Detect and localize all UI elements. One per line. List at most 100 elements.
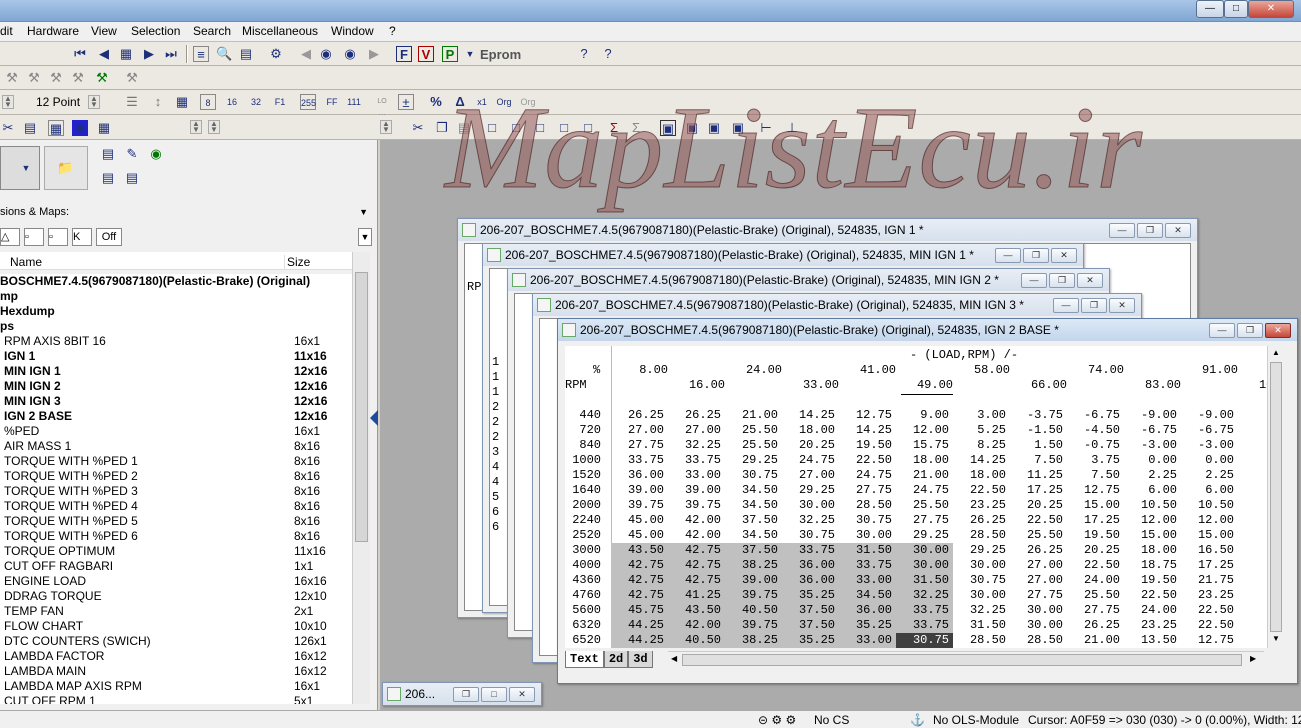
map-list-item[interactable]: CUT OFF RAGBARI 1x1 [0,559,352,574]
map-cell[interactable]: 7.50 [1010,453,1067,468]
16bit-icon[interactable]: 16 [224,94,240,110]
map-cell[interactable]: 34.50 [725,528,782,543]
map-cell[interactable]: 42.75 [611,573,668,588]
map-cell[interactable]: 33.75 [611,453,668,468]
map-cell[interactable]: 6.00 [1124,483,1181,498]
map-cell[interactable]: 26.25 [668,408,725,423]
find-icon[interactable]: 🔍 [216,46,232,62]
map-cell[interactable]: 40.50 [725,603,782,618]
map-cell[interactable]: 30.00 [782,498,839,513]
map-cell[interactable]: 22.50 [1181,618,1238,633]
spin-1[interactable]: ▲ ▼ [190,120,202,134]
tab-text[interactable]: Text [565,651,604,668]
map-cell[interactable]: 42.75 [668,558,725,573]
import-icon[interactable]: ▤ [100,146,116,162]
new-map-icon[interactable]: □ [484,120,500,136]
copy-icon[interactable]: ❐ [434,120,450,136]
scissors-icon[interactable]: ✂ [410,120,426,136]
map-cell[interactable]: 42.75 [668,573,725,588]
map-cell[interactable]: 29.25 [896,528,953,543]
map-cell[interactable]: 27.00 [668,423,725,438]
map-cell[interactable]: 26.25 [611,408,668,423]
map-cell[interactable]: 27.00 [1010,573,1067,588]
map-cell[interactable]: 2.25 [1181,468,1238,483]
map-cell[interactable]: 22.50 [1067,558,1124,573]
view-b-icon[interactable]: ■ [72,120,88,136]
bin-icon[interactable]: 111 [346,94,362,110]
maps-dropdown[interactable]: sions & Maps: ▼ [0,204,372,222]
map-cell[interactable]: 23.25 [1181,588,1238,603]
restore-icon[interactable]: ❐ [1137,223,1163,238]
map-cell[interactable]: -9.00 [1124,408,1181,423]
map-cell[interactable]: 29.25 [725,453,782,468]
map-list-item[interactable]: CUT OFF RPM 1 5x1 [0,694,352,704]
font-spin-left[interactable]: ▲ ▼ [2,95,14,109]
map-cell[interactable]: 29.25 [782,483,839,498]
map-list-item[interactable]: %PED 16x1 [0,424,352,439]
map-cell[interactable]: 33.75 [896,618,953,633]
map-cell[interactable]: 27.00 [611,423,668,438]
map-list-item[interactable]: MIN IGN 1 12x16 [0,364,352,379]
map-list-item[interactable]: IGN 1 11x16 [0,349,352,364]
map-cell[interactable]: 42.75 [611,558,668,573]
map-cell[interactable]: 12.00 [896,423,953,438]
map-cell[interactable]: 21.75 [1181,573,1238,588]
scroll-thumb[interactable] [355,272,368,542]
map-cell[interactable]: 39.75 [668,498,725,513]
map-cell[interactable]: 15.00 [1181,528,1238,543]
map-cell[interactable]: 12.00 [1181,513,1238,528]
map-cell[interactable]: 27.75 [896,513,953,528]
map-list-item[interactable]: FLOW CHART 10x10 [0,619,352,634]
spin-3[interactable]: ▲ ▼ [380,120,392,134]
map-cell[interactable]: 13.50 [1124,633,1181,648]
menu-hardware[interactable]: Hardware [27,24,79,38]
map-list-item[interactable]: LAMBDA MAP AXIS RPM 16x1 [0,679,352,694]
scroll-thumb[interactable] [1270,362,1282,632]
arrow-down-icon[interactable]: ▼ [18,160,34,176]
minimize-icon[interactable]: — [1053,298,1079,313]
map-cell[interactable]: 30.00 [839,528,896,543]
map-cell[interactable]: 39.75 [725,618,782,633]
org-icon[interactable]: Org [496,94,512,110]
new-map-3-icon[interactable]: □ [532,120,548,136]
map-cell[interactable]: 16.50 [1181,543,1238,558]
map-cell[interactable]: 30.75 [953,573,1010,588]
new-map-4-icon[interactable]: □ [556,120,572,136]
minimize-icon[interactable]: — [1109,223,1135,238]
map-cell[interactable]: 1.50 [1010,438,1067,453]
8bit-icon[interactable]: 8 [200,94,216,110]
map-cell[interactable]: 22.50 [839,453,896,468]
map-cell[interactable]: 33.00 [839,633,896,648]
map-list-item[interactable]: Hexdump [0,304,352,319]
map-cell[interactable]: 30.00 [1010,618,1067,633]
f-icon[interactable]: F [396,46,412,62]
window-b-icon[interactable]: ▣ [684,120,700,136]
map-cell[interactable]: 30.00 [1010,603,1067,618]
tab-2d[interactable]: 2d [603,651,629,668]
close-icon[interactable]: ✕ [1077,273,1103,288]
map-cell[interactable]: 19.50 [1124,573,1181,588]
map-cell[interactable]: 12.75 [839,408,896,423]
window-a-icon[interactable]: ▣ [660,120,676,136]
map-cell[interactable]: 37.50 [725,543,782,558]
org2-icon[interactable]: Org [520,94,536,110]
map-cell[interactable]: -3.00 [1124,438,1181,453]
map-cell[interactable]: 18.00 [896,453,953,468]
paste-icon[interactable]: ▤ [22,120,38,136]
map-cell[interactable]: 45.00 [611,513,668,528]
scroll-thumb[interactable] [682,654,1242,666]
scroll-left-icon[interactable]: ◀ [671,654,677,663]
spin-2[interactable]: ▲ ▼ [208,120,220,134]
restore-icon[interactable]: ❐ [1023,248,1049,263]
tool-c-icon[interactable]: ⚒ [48,70,64,86]
folder-button[interactable]: 📁 [44,146,88,190]
map-cell[interactable]: 30.00 [953,588,1010,603]
map-cell[interactable]: 36.00 [782,558,839,573]
report-icon[interactable]: ▤ [124,170,140,186]
v-icon[interactable]: V [418,46,434,62]
map-list-item[interactable]: DDRAG TORQUE 12x10 [0,589,352,604]
map-cell[interactable]: 30.75 [896,633,953,648]
map-cell[interactable]: 15.00 [1124,528,1181,543]
float-icon[interactable]: F1 [272,94,288,110]
map-cell[interactable]: 45.75 [611,603,668,618]
